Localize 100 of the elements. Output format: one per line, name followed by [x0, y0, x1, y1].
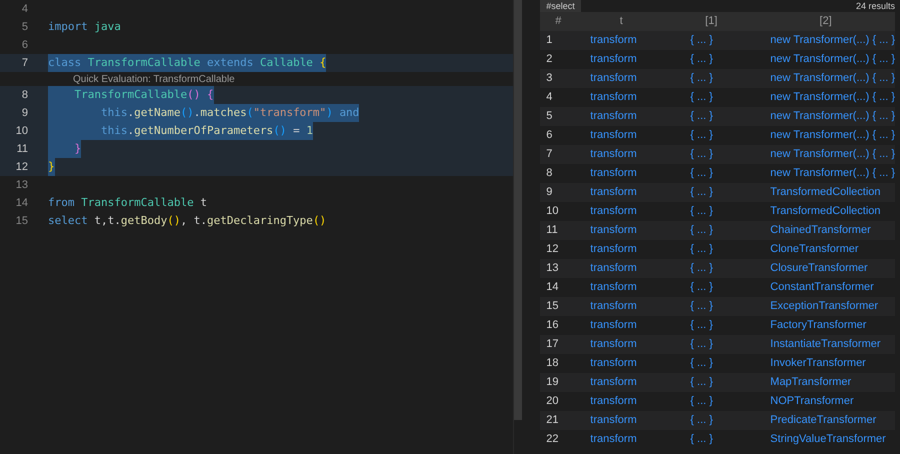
line-number: 15 [14, 214, 28, 229]
result-link[interactable]: new Transformer(...) { ... } [770, 148, 895, 160]
result-link[interactable]: { ... } [690, 300, 713, 312]
row-number: 2 [546, 53, 552, 66]
result-link[interactable]: { ... } [690, 376, 713, 388]
result-link[interactable]: transform [590, 281, 637, 294]
result-link[interactable]: { ... } [690, 357, 713, 370]
result-link[interactable]: transform [590, 205, 637, 218]
result-link[interactable]: transform [590, 300, 637, 312]
result-link[interactable]: CloneTransformer [770, 243, 859, 256]
result-link[interactable]: InstantiateTransformer [770, 338, 881, 350]
table-row[interactable]: 1 transform { ... } new Transformer(...) { ... } [540, 31, 895, 50]
result-link[interactable]: PredicateTransformer [770, 414, 876, 426]
row-number: 7 [546, 148, 552, 160]
result-link[interactable]: { ... } [690, 148, 713, 160]
result-link[interactable]: FactoryTransformer [770, 319, 866, 332]
table-row[interactable]: 7 transform { ... } new Transformer(...) { ... } [540, 145, 895, 164]
result-link[interactable]: { ... } [690, 414, 713, 426]
result-link[interactable]: InvokerTransformer [770, 357, 866, 370]
result-link[interactable]: TransformedCollection [770, 186, 881, 198]
result-link[interactable]: transform [590, 319, 637, 332]
result-link[interactable]: transform [590, 110, 637, 122]
result-link[interactable]: transform [590, 148, 637, 160]
result-link[interactable]: { ... } [690, 433, 713, 446]
table-row[interactable]: 21 transform { ... } PredicateTransformer [540, 411, 895, 430]
result-link[interactable]: MapTransformer [770, 376, 852, 388]
row-number: 22 [546, 433, 559, 446]
result-link[interactable]: transform [590, 53, 637, 66]
code-line: import java [48, 19, 121, 35]
table-row[interactable]: 19 transform { ... } MapTransformer [540, 373, 895, 392]
column-header[interactable]: [2] [820, 13, 832, 30]
result-link[interactable]: new Transformer(...) { ... } [770, 167, 895, 180]
result-link[interactable]: transform [590, 91, 637, 104]
quick-evaluation-link[interactable]: Quick Evaluation: TransformCallable [73, 72, 235, 86]
line-number: 12 [14, 160, 28, 175]
result-link[interactable]: transform [590, 414, 637, 426]
table-row[interactable]: 5 transform { ... } new Transformer(...) { ... } [540, 107, 895, 126]
row-number: 8 [546, 167, 552, 180]
line-number: 9 [20, 106, 28, 121]
row-number: 17 [546, 338, 559, 350]
result-link[interactable]: new Transformer(...) { ... } [770, 129, 895, 142]
result-link[interactable]: transform [590, 395, 637, 408]
result-link[interactable]: transform [590, 224, 637, 236]
result-link[interactable]: transform [590, 34, 637, 46]
result-link[interactable]: new Transformer(...) { ... } [770, 110, 895, 122]
result-link[interactable]: { ... } [690, 186, 713, 198]
result-link[interactable]: transform [590, 129, 637, 142]
results-tab[interactable]: #select [540, 0, 581, 12]
column-header[interactable]: [1] [705, 13, 718, 30]
result-link[interactable]: TransformedCollection [770, 205, 881, 218]
result-link[interactable]: transform [590, 338, 637, 350]
result-link[interactable]: transform [590, 72, 637, 84]
result-link[interactable]: transform [590, 433, 637, 446]
result-link[interactable]: new Transformer(...) { ... } [770, 91, 895, 104]
result-link[interactable]: { ... } [690, 395, 713, 408]
result-link[interactable]: new Transformer(...) { ... } [770, 72, 895, 84]
result-link[interactable]: { ... } [690, 205, 713, 218]
row-number: 11 [546, 224, 558, 236]
result-link[interactable]: transform [590, 243, 637, 256]
table-row[interactable]: 15 transform { ... } ExceptionTransformer [540, 297, 895, 316]
result-link[interactable]: { ... } [690, 319, 713, 332]
result-link[interactable]: { ... } [690, 110, 713, 122]
result-link[interactable]: { ... } [690, 243, 713, 256]
result-link[interactable]: NOPTransformer [770, 395, 854, 408]
scrollbar[interactable] [514, 0, 522, 420]
result-link[interactable]: transform [590, 357, 637, 370]
column-header[interactable]: # [555, 13, 562, 30]
result-link[interactable]: transform [590, 376, 637, 388]
row-number: 5 [546, 110, 552, 122]
result-link[interactable]: { ... } [690, 72, 713, 84]
result-link[interactable]: StringValueTransformer [770, 433, 886, 446]
result-link[interactable]: transform [590, 167, 637, 180]
row-number: 13 [546, 262, 559, 274]
result-link[interactable]: { ... } [690, 281, 713, 294]
result-link[interactable]: { ... } [690, 91, 713, 104]
result-link[interactable]: new Transformer(...) { ... } [770, 34, 895, 46]
result-link[interactable]: { ... } [690, 53, 713, 66]
result-link[interactable]: transform [590, 262, 637, 274]
result-link[interactable]: { ... } [690, 167, 713, 180]
table-row[interactable]: 13 transform { ... } ClosureTransformer [540, 259, 895, 278]
result-link[interactable]: ChainedTransformer [770, 224, 871, 236]
result-link[interactable]: ExceptionTransformer [770, 300, 878, 312]
row-number: 16 [546, 319, 559, 332]
table-row[interactable]: 3 transform { ... } new Transformer(...) { ... } [540, 69, 895, 88]
result-link[interactable]: transform [590, 186, 637, 198]
row-number: 1 [546, 34, 552, 46]
table-row[interactable]: 11 transform { ... } ChainedTransformer [540, 221, 895, 240]
result-link[interactable]: { ... } [690, 34, 713, 46]
table-row[interactable]: 17 transform { ... } InstantiateTransformer [540, 335, 895, 354]
result-link[interactable]: { ... } [690, 224, 713, 236]
table-row[interactable]: 9 transform { ... } TransformedCollection [540, 183, 895, 202]
result-link[interactable]: { ... } [690, 129, 713, 142]
result-link[interactable]: { ... } [690, 338, 713, 350]
result-link[interactable]: ClosureTransformer [770, 262, 868, 274]
column-header[interactable]: t [620, 13, 623, 30]
result-link[interactable]: new Transformer(...) { ... } [770, 53, 895, 66]
result-link[interactable]: { ... } [690, 262, 713, 274]
line-number: 14 [14, 196, 28, 211]
line-number: 10 [14, 124, 28, 139]
result-link[interactable]: ConstantTransformer [770, 281, 874, 294]
